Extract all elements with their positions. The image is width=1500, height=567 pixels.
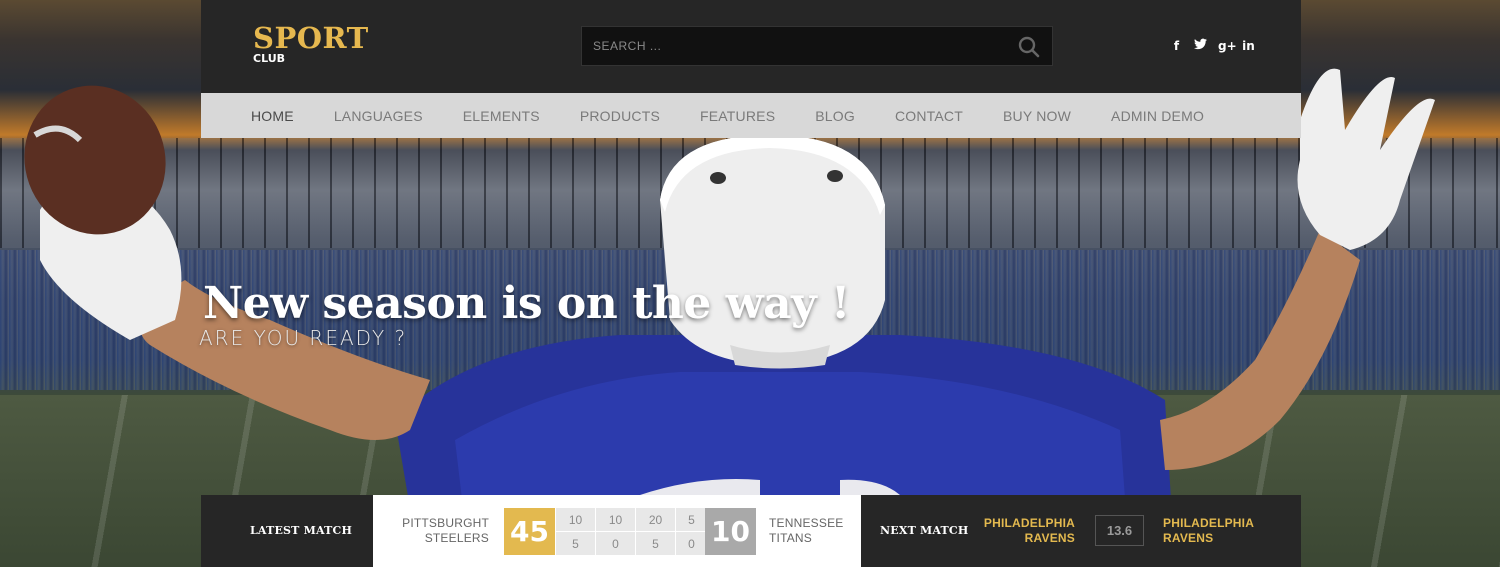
home-team-city: PITTSBURGHT xyxy=(402,516,489,530)
next-match-team-right[interactable]: PHILADELPHIA RAVENS xyxy=(1163,516,1254,546)
next-match-date: 13.6 xyxy=(1095,515,1144,546)
quarter-score-cell: 20 xyxy=(636,508,675,531)
away-team-score: 10 xyxy=(705,508,756,555)
nav-item-buy-now[interactable]: BUY NOW xyxy=(1003,108,1071,124)
google-plus-icon[interactable]: g+ xyxy=(1218,38,1237,54)
hero-subtitle: ARE YOU READY ? xyxy=(199,326,408,350)
main-nav: HOME LANGUAGES ELEMENTS PRODUCTS FEATURE… xyxy=(201,93,1301,138)
quarter-score-cell: 5 xyxy=(556,532,595,555)
nav-item-languages[interactable]: LANGUAGES xyxy=(334,108,423,124)
next-match-team-left[interactable]: PHILADELPHIA RAVENS xyxy=(984,516,1075,546)
home-team-score: 45 xyxy=(504,508,555,555)
social-links: f g+ in xyxy=(1170,38,1255,54)
away-team-name: TENNESSEE TITANS xyxy=(769,516,844,546)
next-team-left-city: PHILADELPHIA xyxy=(983,516,1075,530)
away-team-city: TENNESSEE xyxy=(769,516,844,530)
match-bar: LATEST MATCH PITTSBURGHT STEELERS 45 10 … xyxy=(201,495,1301,567)
nav-item-home[interactable]: HOME xyxy=(251,108,294,124)
search-icon[interactable] xyxy=(1018,36,1040,58)
search-input[interactable] xyxy=(582,27,1002,65)
next-team-left-nickname: RAVENS xyxy=(1024,531,1075,545)
latest-match-scoreboard[interactable]: PITTSBURGHT STEELERS 45 10 10 20 5 5 0 5… xyxy=(373,495,861,567)
away-team-nickname: TITANS xyxy=(769,531,812,545)
nav-item-blog[interactable]: BLOG xyxy=(815,108,855,124)
next-team-right-city: PHILADELPHIA xyxy=(1163,516,1255,530)
quarter-score-cell: 5 xyxy=(636,532,675,555)
hero-title: New season is on the way ! xyxy=(203,278,850,329)
quarter-score-cell: 0 xyxy=(596,532,635,555)
next-match-label: NEXT MATCH xyxy=(880,524,969,537)
nav-item-contact[interactable]: CONTACT xyxy=(895,108,963,124)
nav-item-products[interactable]: PRODUCTS xyxy=(580,108,660,124)
home-team-name: PITTSBURGHT STEELERS xyxy=(402,516,489,546)
next-team-right-nickname: RAVENS xyxy=(1163,531,1214,545)
facebook-icon[interactable]: f xyxy=(1170,38,1183,54)
latest-match-label: LATEST MATCH xyxy=(250,524,353,537)
quarter-score-cell: 0 xyxy=(676,532,707,555)
twitter-icon[interactable] xyxy=(1194,38,1207,54)
nav-item-features[interactable]: FEATURES xyxy=(700,108,775,124)
quarter-score-cell: 10 xyxy=(556,508,595,531)
site-header: SPORT CLUB f g+ in xyxy=(201,0,1301,93)
nav-item-admin-demo[interactable]: ADMIN DEMO xyxy=(1111,108,1204,124)
site-logo[interactable]: SPORT CLUB xyxy=(253,22,369,65)
home-team-nickname: STEELERS xyxy=(424,531,489,545)
quarter-scores: 10 10 20 5 5 0 5 0 xyxy=(556,508,707,555)
search-box xyxy=(581,26,1053,66)
quarter-score-cell: 10 xyxy=(596,508,635,531)
quarter-score-cell: 5 xyxy=(676,508,707,531)
nav-item-elements[interactable]: ELEMENTS xyxy=(463,108,540,124)
linkedin-icon[interactable]: in xyxy=(1242,38,1255,54)
logo-title: SPORT xyxy=(253,21,369,55)
